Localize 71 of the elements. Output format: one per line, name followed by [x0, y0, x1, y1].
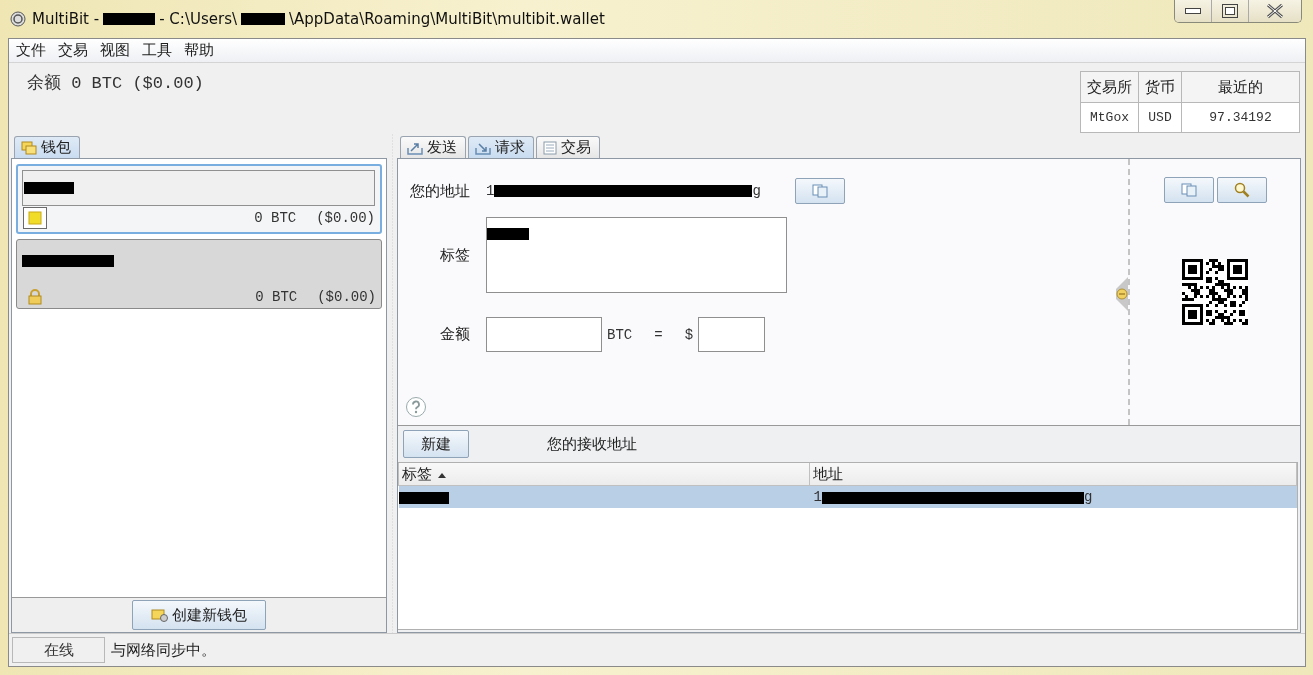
equals-sign: = [654, 326, 663, 343]
wallet-card[interactable]: 0 BTC ($0.00) [16, 239, 382, 309]
menu-item[interactable]: 交易 [53, 41, 93, 60]
app-icon [10, 11, 26, 27]
address-text: g [752, 183, 761, 199]
help-icon[interactable] [405, 396, 427, 418]
btc-amount: 0 BTC [254, 210, 297, 226]
label-field[interactable] [486, 217, 787, 293]
lock-icon [27, 289, 43, 305]
receive-icon [475, 140, 491, 155]
zoom-button[interactable] [1216, 177, 1267, 203]
field-label: 标签 [440, 245, 470, 265]
tab[interactable]: 钱包 [14, 136, 80, 158]
address-text: 1 [486, 183, 495, 199]
fiat-amount: ($0.00) [316, 210, 375, 226]
tab[interactable]: 交易 [536, 136, 600, 158]
redaction-bar [241, 13, 285, 25]
menu-item[interactable]: 文件 [11, 41, 51, 60]
btc-amount-field[interactable] [486, 317, 602, 352]
column-header[interactable]: 地址 [809, 463, 1297, 486]
section-title: 您的接收地址 [547, 434, 637, 454]
table-cell: 97.34192 [1181, 102, 1300, 133]
menu-item[interactable]: 工具 [137, 41, 177, 60]
field-label: 您的地址 [410, 181, 470, 201]
redaction-bar [398, 492, 449, 504]
wallet-icon [23, 207, 47, 229]
search-icon [1233, 182, 1250, 198]
qr-code [1182, 259, 1248, 325]
menu-item[interactable]: 帮助 [179, 41, 219, 60]
unit-label: $ [684, 326, 694, 343]
unit-label: BTC [607, 326, 633, 343]
status-message: 与网络同步中。 [111, 640, 216, 660]
wallet-add-icon [151, 608, 169, 622]
wallet-card[interactable]: 0 BTC ($0.00) [16, 164, 382, 234]
btc-amount: 0 BTC [255, 289, 298, 305]
copy-icon [811, 184, 828, 198]
redaction-bar [24, 182, 74, 194]
minimize-icon [1185, 8, 1201, 14]
copy-button[interactable] [1163, 177, 1214, 203]
status-indicator: 在线 [12, 637, 105, 663]
wallets-icon [21, 140, 37, 155]
address-text: 1 [813, 489, 822, 505]
fiat-amount-field[interactable] [698, 317, 766, 352]
minimize-button[interactable] [1175, 0, 1211, 22]
new-button[interactable]: 新建 [403, 430, 469, 458]
address-text: g [1083, 489, 1093, 505]
list-icon [543, 140, 557, 155]
balance-text: 余额 0 BTC ($0.00) [27, 73, 204, 95]
column-header: 货币 [1138, 71, 1182, 103]
tab[interactable]: 请求 [468, 136, 534, 158]
fiat-amount: ($0.00) [317, 289, 376, 305]
menu-item[interactable]: 视图 [95, 41, 135, 60]
window-title: \AppData\Roaming\MultiBit\multibit.wallet [289, 10, 605, 28]
redaction-bar [103, 13, 156, 25]
close-icon [1265, 3, 1285, 19]
column-header[interactable]: 标签 [398, 463, 810, 486]
close-button[interactable] [1248, 0, 1301, 22]
column-header: 最近的 [1181, 71, 1300, 103]
column-header: 交易所 [1080, 71, 1139, 103]
maximize-button[interactable] [1211, 0, 1248, 22]
send-icon [407, 140, 423, 155]
window-title: - C:\Users\ [159, 10, 237, 28]
tab[interactable]: 发送 [400, 136, 466, 158]
copy-button[interactable] [794, 178, 845, 204]
copy-icon [1180, 183, 1197, 197]
field-label: 金额 [440, 325, 470, 344]
table-cell: MtGox [1080, 102, 1139, 133]
create-wallet-button[interactable]: 创建新钱包 [132, 600, 266, 630]
window-title: MultiBit - [32, 10, 100, 28]
maximize-icon [1222, 4, 1238, 18]
redaction-bar [487, 227, 529, 240]
